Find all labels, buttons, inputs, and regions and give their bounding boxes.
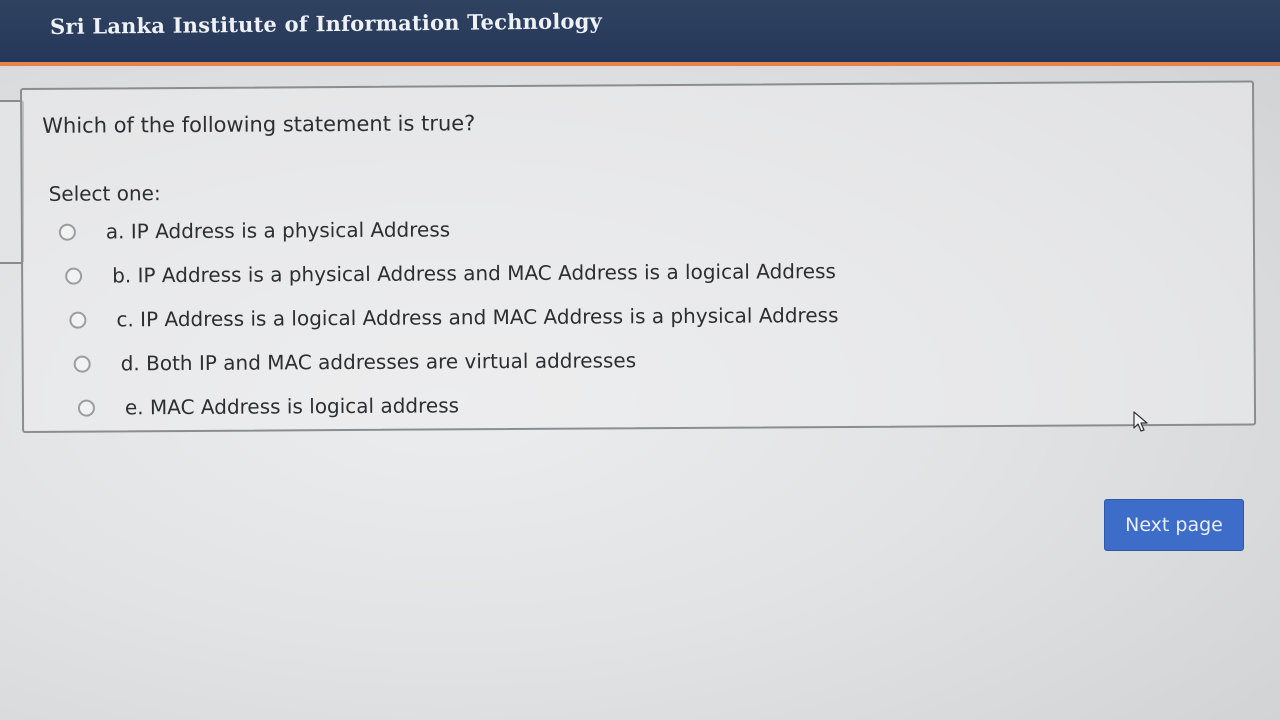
option-label: d. Both IP and MAC addresses are virtual… (120, 348, 637, 376)
option-b[interactable]: b. IP Address is a physical Address and … (65, 256, 836, 291)
question-card: Which of the following statement is true… (20, 80, 1257, 433)
option-d[interactable]: d. Both IP and MAC addresses are virtual… (73, 345, 637, 378)
option-c[interactable]: c. IP Address is a logical Address and M… (69, 300, 839, 335)
next-page-button[interactable]: Next page (1104, 499, 1244, 551)
select-one-label: Select one: (48, 181, 161, 206)
institution-name: Sri Lanka Institute of Information Techn… (49, 8, 603, 39)
quiz-screen: Sri Lanka Institute of Information Techn… (0, 0, 1280, 720)
radio-button[interactable] (58, 223, 76, 241)
radio-button[interactable] (77, 399, 96, 417)
mouse-pointer-icon (1133, 411, 1148, 432)
question-prompt: Which of the following statement is true… (42, 111, 476, 138)
radio-button[interactable] (65, 267, 83, 285)
radio-button[interactable] (73, 355, 91, 373)
option-e[interactable]: e. MAC Address is logical address (77, 390, 460, 422)
option-label: c. IP Address is a logical Address and M… (116, 303, 839, 332)
option-label: e. MAC Address is logical address (124, 393, 460, 420)
option-a[interactable]: a. IP Address is a physical Address (58, 214, 451, 246)
radio-button[interactable] (69, 311, 87, 329)
option-label: a. IP Address is a physical Address (105, 217, 451, 244)
option-label: b. IP Address is a physical Address and … (112, 259, 836, 288)
site-header: Sri Lanka Institute of Information Techn… (0, 0, 1280, 66)
